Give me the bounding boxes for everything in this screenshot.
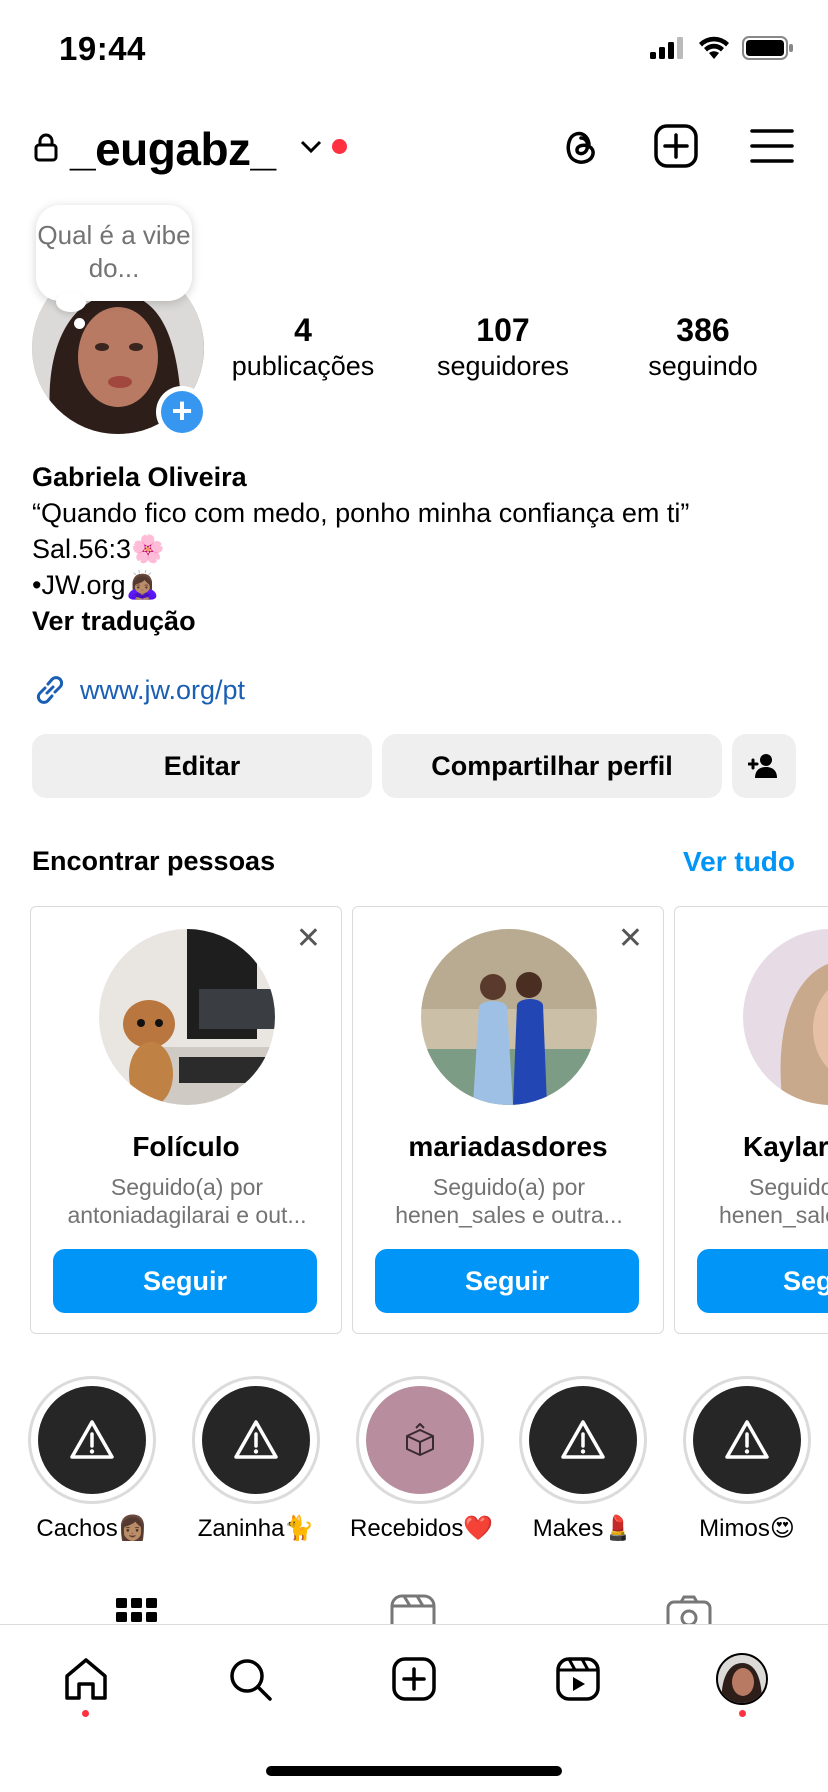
highlight-item[interactable]: Mimos😍: [677, 1376, 817, 1543]
warning-icon: [234, 1420, 278, 1459]
mutual-followers-names: henen_sale: [719, 1202, 828, 1228]
warning-icon: [561, 1420, 605, 1459]
username-switcher[interactable]: _eugabz_: [70, 122, 276, 176]
note-tail-dot: [74, 318, 85, 329]
stat-value: 386: [676, 312, 730, 348]
create-post-icon[interactable]: [652, 122, 700, 170]
nav-reels[interactable]: [550, 1651, 606, 1707]
note-tail: [56, 292, 86, 312]
wifi-icon: [699, 36, 729, 59]
nav-home[interactable]: [58, 1651, 114, 1707]
bio-link[interactable]: www.jw.org/pt: [32, 672, 245, 708]
follow-button[interactable]: Seg: [697, 1249, 828, 1313]
highlight-item[interactable]: Zaninha🐈: [186, 1376, 326, 1543]
suggestion-card[interactable]: ✕ Folículo Seguido(a) por antoniadagilar…: [30, 906, 342, 1334]
suggestion-carousel[interactable]: ✕ Folículo Seguido(a) por antoniadagilar…: [30, 906, 828, 1336]
suggestion-name[interactable]: Kaylar: [675, 1131, 828, 1163]
bio-section: Gabriela Oliveira “Quando fico com medo,…: [32, 459, 802, 639]
search-icon: [230, 1659, 272, 1701]
highlight-item[interactable]: Cachos👩🏽: [22, 1376, 162, 1543]
highlight-label: Makes💄: [532, 1515, 634, 1542]
mutual-followers-names: antoniadagilarai e out...: [67, 1202, 307, 1228]
bio-line: •JW.org🙇🏽‍♀️: [32, 570, 160, 600]
home-icon: [65, 1658, 107, 1700]
cellular-signal-icon: [650, 37, 683, 59]
nav-profile[interactable]: [714, 1651, 770, 1707]
suggestion-avatar[interactable]: [421, 929, 597, 1105]
mutual-followers-text: Seguido(a) por: [110, 1174, 264, 1200]
battery-icon: [742, 36, 793, 60]
menu-icon[interactable]: [748, 122, 796, 170]
profile-header: _eugabz_: [0, 112, 828, 182]
mutual-followers-text: Seguido: [749, 1174, 828, 1200]
grid-icon[interactable]: [116, 1596, 158, 1626]
bio-link-text[interactable]: www.jw.org/pt: [80, 675, 245, 706]
tagged-tab-icon[interactable]: [666, 1594, 712, 1626]
plus-icon: +: [161, 391, 203, 433]
link-icon: [36, 676, 64, 704]
nav-create[interactable]: [386, 1651, 442, 1707]
home-indicator: [266, 1766, 562, 1776]
highlight-item[interactable]: Makes💄: [513, 1376, 653, 1543]
warning-icon: [725, 1420, 769, 1459]
status-time: 19:44: [59, 30, 146, 67]
status-bar: 19:44: [0, 0, 828, 100]
share-profile-button[interactable]: Compartilhar perfil: [382, 734, 722, 798]
lock-icon: [34, 133, 58, 162]
stat-label: publicações: [231, 351, 375, 381]
dismiss-icon[interactable]: ✕: [296, 924, 321, 954]
edit-profile-button[interactable]: Editar: [32, 734, 372, 798]
bio-line: Sal.56:3🌸: [32, 534, 165, 564]
stat-value: 4: [294, 312, 312, 348]
dismiss-icon[interactable]: ✕: [618, 924, 643, 954]
suggestion-name[interactable]: Folículo: [31, 1131, 341, 1163]
follow-button[interactable]: Seguir: [53, 1249, 317, 1313]
warning-icon: [70, 1420, 114, 1459]
highlight-label: Cachos👩🏽: [36, 1515, 148, 1542]
highlight-label: Mimos😍: [699, 1515, 795, 1542]
threads-icon[interactable]: [556, 122, 604, 170]
highlight-label: Zaninha🐈: [197, 1515, 315, 1542]
note-bubble[interactable]: Qual é a vibe do...: [36, 205, 192, 301]
suggestion-card[interactable]: ✕ mariadasdores Seguido(a) por henen_sal…: [352, 906, 664, 1334]
bio-line: “Quando fico com medo, ponho minha confi…: [32, 498, 690, 528]
suggestion-name[interactable]: mariadasdores: [353, 1131, 663, 1163]
stat-posts[interactable]: 4 publicações: [213, 312, 393, 384]
highlight-label: Recebidos❤️: [350, 1515, 494, 1542]
story-highlights[interactable]: Cachos👩🏽 Zaninha🐈 Recebidos❤️ Makes💄 Mim…: [0, 1376, 828, 1546]
stat-label: seguindo: [648, 351, 758, 381]
stat-following[interactable]: 386 seguindo: [613, 312, 793, 384]
create-icon: [392, 1657, 436, 1701]
stat-label: seguidores: [436, 351, 570, 381]
add-person-icon: [748, 754, 777, 778]
stat-followers[interactable]: 107 seguidores: [413, 312, 593, 384]
add-story-button[interactable]: +: [156, 386, 208, 438]
profile-notification-dot: [739, 1710, 746, 1717]
home-notification-dot: [82, 1710, 89, 1717]
suggestion-avatar[interactable]: [743, 929, 828, 1105]
notification-dot: [332, 139, 347, 154]
reels-icon: [556, 1657, 600, 1701]
stat-value: 107: [476, 312, 530, 348]
status-icons: [650, 36, 794, 60]
gift-box-icon: [406, 1423, 434, 1456]
suggestion-avatar[interactable]: [99, 929, 275, 1105]
highlight-item[interactable]: Recebidos❤️: [350, 1376, 494, 1543]
content-tabs[interactable]: [0, 1590, 828, 1626]
suggestion-card[interactable]: Kaylar Seguido henen_sale Seg: [674, 906, 828, 1334]
display-name: Gabriela Oliveira: [32, 462, 247, 492]
discover-title: Encontrar pessoas: [32, 846, 276, 876]
follow-button[interactable]: Seguir: [375, 1249, 639, 1313]
discover-people-button[interactable]: [732, 734, 796, 798]
see-all-link[interactable]: Ver tudo: [683, 846, 795, 878]
nav-search[interactable]: [222, 1651, 278, 1707]
reels-tab-icon[interactable]: [390, 1592, 436, 1626]
see-translation-link[interactable]: Ver tradução: [32, 603, 802, 639]
chevron-down-icon[interactable]: [300, 140, 322, 154]
mutual-followers-names: henen_sales e outra...: [395, 1202, 623, 1228]
mutual-followers-text: Seguido(a) por: [432, 1174, 586, 1200]
profile-avatar-small: [716, 1653, 768, 1705]
